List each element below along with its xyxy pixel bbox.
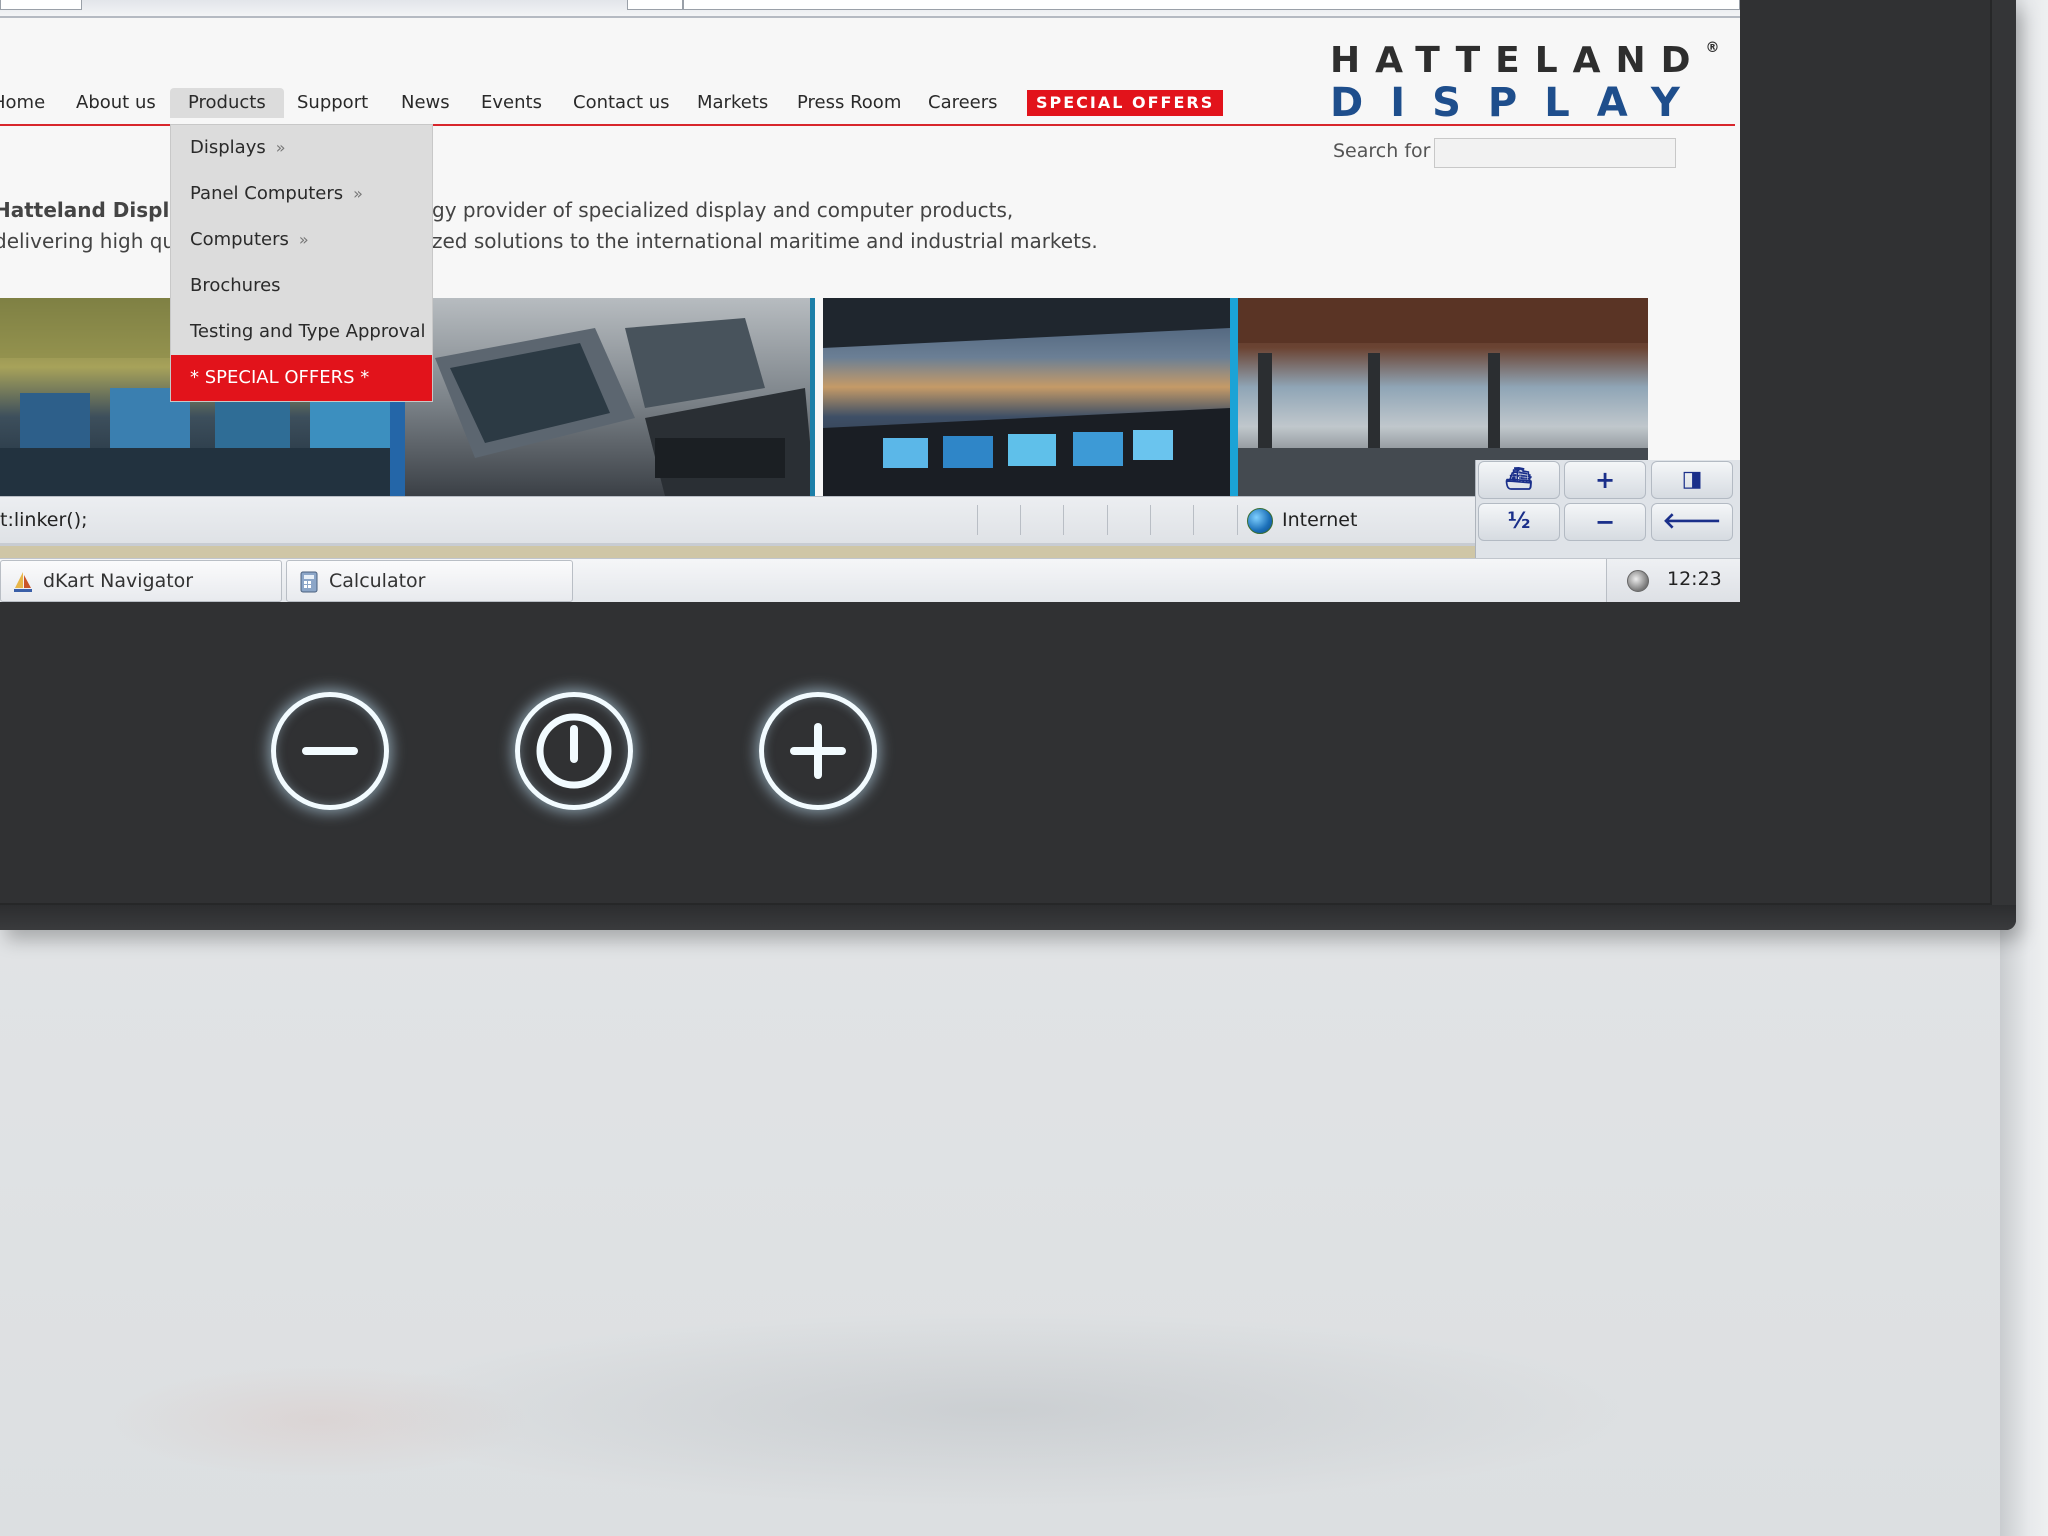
taskbar-item-calculator[interactable]: Calculator bbox=[286, 560, 573, 602]
taskbar-clock: 12:23 bbox=[1667, 568, 1722, 590]
status-separator bbox=[1020, 505, 1021, 535]
brightness-up-button[interactable] bbox=[759, 692, 877, 810]
system-tray: 12:23 bbox=[1606, 559, 1740, 602]
taskbar-item-dkart[interactable]: dKart Navigator bbox=[0, 560, 282, 602]
nav-special-offers[interactable]: SPECIAL OFFERS bbox=[1027, 90, 1224, 116]
monitor-bezel: Home About us Products Support News Even… bbox=[0, 0, 2016, 930]
chevron-right-icon: » bbox=[353, 184, 363, 203]
screen: Home About us Products Support News Even… bbox=[0, 0, 1740, 602]
photo-divider bbox=[1230, 298, 1238, 496]
photo-bridge-console bbox=[405, 298, 815, 496]
hatteland-logo[interactable]: HATTELAND® DISPLAY bbox=[1330, 40, 1720, 140]
status-separator bbox=[1150, 505, 1151, 535]
nav-item-markets[interactable]: Markets bbox=[697, 88, 768, 118]
intro-line-1-rest: gy provider of specialized display and c… bbox=[432, 198, 1014, 222]
intro-line-1-start: Hatteland Displ bbox=[0, 198, 170, 222]
ship-center-button[interactable]: ⛴ bbox=[1478, 461, 1560, 499]
logo-wordmark-bottom: DISPLAY bbox=[1330, 80, 1707, 126]
tray-status-icon[interactable] bbox=[1627, 570, 1649, 592]
brightness-down-button[interactable] bbox=[271, 692, 389, 810]
address-bar[interactable] bbox=[683, 0, 1740, 10]
main-nav: Home About us Products Support News Even… bbox=[0, 88, 1200, 118]
search-label: Search for bbox=[1333, 140, 1431, 162]
browser-status-bar: t:linker(); Internet bbox=[0, 496, 1475, 546]
plus-icon bbox=[790, 723, 846, 779]
chart-control-keypad: ⛴ + ◨ ½ − 🡐 bbox=[1475, 460, 1740, 558]
back-button[interactable]: 🡐 bbox=[1651, 503, 1733, 541]
dropdown-item-brochures[interactable]: Brochures bbox=[171, 263, 432, 309]
dkart-window-edge bbox=[0, 546, 1475, 558]
browser-chrome bbox=[0, 0, 1740, 18]
status-text: t:linker(); bbox=[0, 509, 88, 531]
nav-item-products[interactable]: Products bbox=[170, 88, 284, 118]
chevron-right-icon: » bbox=[275, 138, 286, 157]
chevron-right-icon: » bbox=[298, 230, 309, 249]
nav-item-home[interactable]: Home bbox=[0, 88, 45, 118]
photo-yacht-helm-art bbox=[823, 298, 1230, 496]
nav-item-about[interactable]: About us bbox=[76, 88, 156, 118]
products-dropdown: Displays» Panel Computers» Computers» Br… bbox=[170, 124, 433, 402]
nav-item-careers[interactable]: Careers bbox=[928, 88, 998, 118]
chrome-field-mid[interactable] bbox=[627, 0, 683, 10]
dropdown-item-panel-computers[interactable]: Panel Computers» bbox=[171, 171, 432, 217]
status-separator bbox=[1063, 505, 1064, 535]
nav-item-news[interactable]: News bbox=[401, 88, 450, 118]
intro-line-2-start: delivering high qu bbox=[0, 229, 176, 253]
status-separator bbox=[1237, 505, 1238, 535]
intro-line-2-rest: zed solutions to the international marit… bbox=[432, 229, 1098, 253]
search-input[interactable] bbox=[1434, 138, 1676, 168]
web-page: Home About us Products Support News Even… bbox=[0, 18, 1740, 496]
power-icon bbox=[536, 713, 612, 789]
security-zone-label: Internet bbox=[1282, 509, 1358, 531]
dropdown-item-special-offers[interactable]: * SPECIAL OFFERS * bbox=[171, 355, 432, 401]
calculator-icon bbox=[300, 571, 318, 593]
nav-item-contact[interactable]: Contact us bbox=[573, 88, 670, 118]
nav-item-support[interactable]: Support bbox=[297, 88, 368, 118]
zoom-out-button[interactable]: − bbox=[1564, 503, 1646, 541]
dropdown-item-computers[interactable]: Computers» bbox=[171, 217, 432, 263]
taskbar: dKart Navigator Calculator 12:23 bbox=[0, 558, 1740, 602]
chrome-field-left[interactable] bbox=[0, 0, 82, 10]
photo-yacht-helm bbox=[823, 298, 1230, 496]
status-separator bbox=[1193, 505, 1194, 535]
status-separator bbox=[1107, 505, 1108, 535]
bezel-edge bbox=[0, 905, 2016, 930]
photo-bridge-console-art bbox=[435, 298, 815, 496]
nav-item-events[interactable]: Events bbox=[481, 88, 542, 118]
logo-wordmark-top: HATTELAND® bbox=[1330, 40, 1720, 81]
panel-toggle-button[interactable]: ◨ bbox=[1651, 461, 1733, 499]
nav-item-press-room[interactable]: Press Room bbox=[797, 88, 901, 118]
sailboat-icon bbox=[14, 572, 32, 592]
power-button[interactable] bbox=[515, 692, 633, 810]
dropdown-item-testing[interactable]: Testing and Type Approval bbox=[171, 309, 432, 355]
status-separator bbox=[977, 505, 978, 535]
dropdown-item-displays[interactable]: Displays» bbox=[171, 125, 432, 171]
minus-icon bbox=[302, 747, 358, 755]
scale-reset-button[interactable]: ½ bbox=[1478, 503, 1560, 541]
zoom-in-button[interactable]: + bbox=[1564, 461, 1646, 499]
desk-reflection bbox=[0, 940, 2048, 1536]
globe-icon bbox=[1247, 508, 1273, 534]
